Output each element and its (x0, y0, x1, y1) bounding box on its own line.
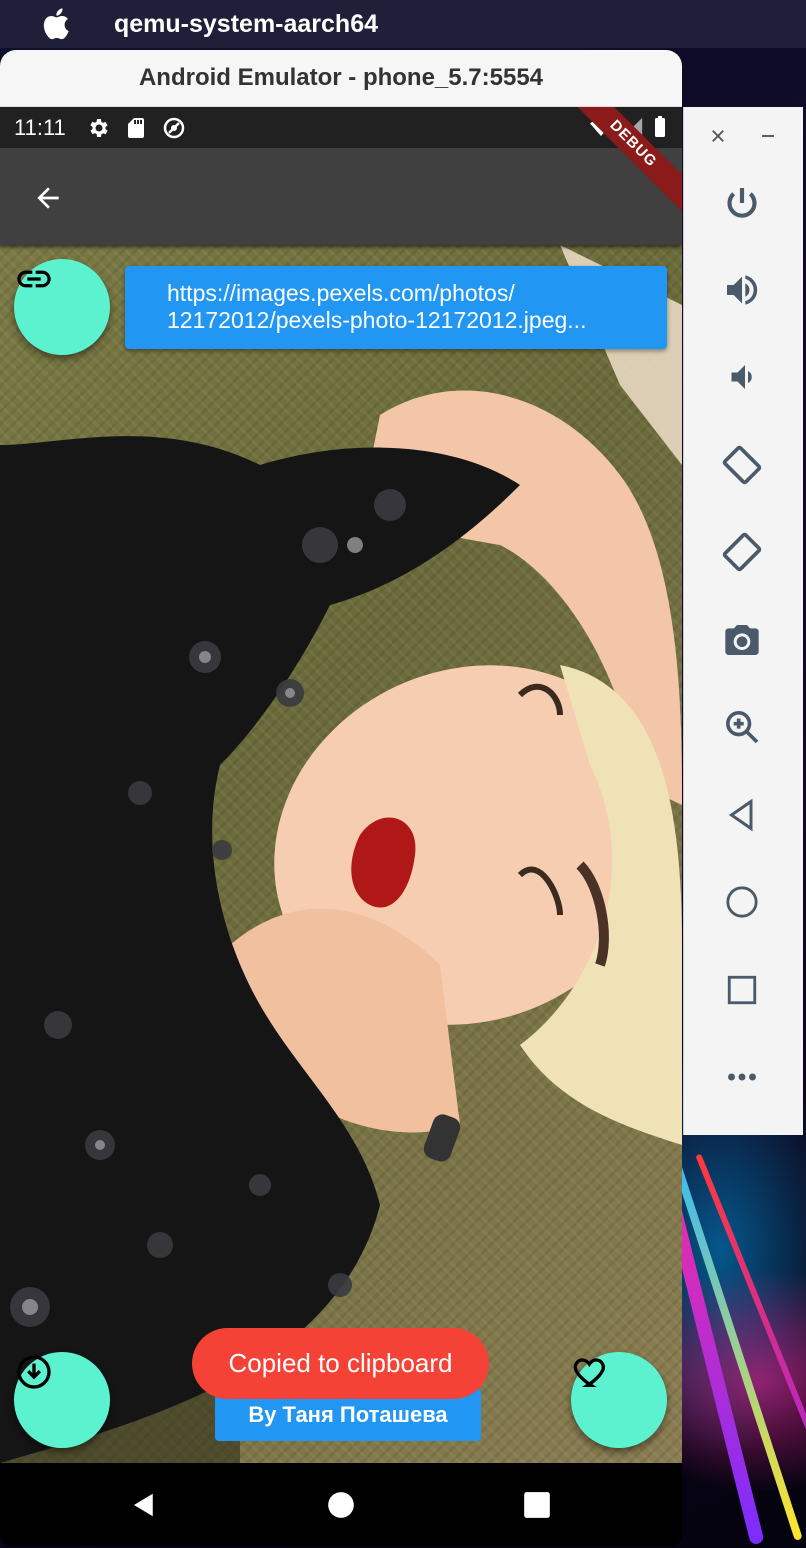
android-nav-bar (0, 1463, 682, 1546)
photo-illustration (0, 245, 682, 1463)
favorite-button[interactable] (571, 1352, 667, 1448)
rotate-right-icon (722, 532, 762, 572)
zoom-button[interactable] (718, 703, 766, 751)
volume-up-button[interactable] (718, 266, 766, 314)
app-bar (0, 148, 682, 245)
home-circle-outline-icon (726, 886, 758, 918)
photo-url-button[interactable]: https://images.pexels.com/photos/ 121720… (125, 266, 667, 349)
battery-icon (655, 116, 665, 137)
zoom-in-icon (726, 711, 759, 744)
triangle-back-icon (134, 1493, 153, 1517)
toolbar-back-button[interactable] (718, 791, 766, 839)
nav-recents-button[interactable] (515, 1483, 559, 1527)
close-icon (712, 130, 724, 142)
download-circle-icon (17, 1355, 51, 1389)
rotate-right-button[interactable] (718, 528, 766, 576)
heart-outline-icon (573, 1358, 605, 1387)
volume-down-button[interactable] (718, 353, 766, 401)
photo-url-line1: https://images.pexels.com/photos/ (167, 280, 515, 306)
nav-back-button[interactable] (122, 1483, 166, 1527)
status-time: 11:11 (14, 114, 66, 140)
desktop: qemu-system-aarch64 Android Emulator - p… (0, 0, 806, 1548)
emulator-side-toolbar (683, 107, 803, 1135)
window-title: Android Emulator - phone_5.7:5554 (0, 50, 682, 107)
nav-home-button[interactable] (319, 1483, 363, 1527)
settings-icon (90, 118, 108, 137)
rotate-left-button[interactable] (718, 441, 766, 489)
sd-card-icon (127, 117, 144, 138)
toast-message: Copied to clipboard (192, 1328, 489, 1399)
download-button[interactable] (14, 1352, 110, 1448)
photo-view[interactable]: https://images.pexels.com/photos/ 121720… (0, 245, 682, 1463)
circle-home-icon (328, 1492, 354, 1518)
app-name[interactable]: qemu-system-aarch64 (114, 10, 378, 39)
square-recents-icon (524, 1492, 550, 1518)
toolbar-home-button[interactable] (718, 878, 766, 926)
arrow-back-icon (37, 187, 59, 209)
camera-icon (725, 625, 759, 655)
more-options-button[interactable] (718, 1053, 766, 1101)
emulator-window: Android Emulator - phone_5.7:5554 11:11 … (0, 50, 682, 1546)
minimize-icon (762, 135, 774, 137)
toolbar-overview-button[interactable] (718, 966, 766, 1014)
mac-menu-bar: qemu-system-aarch64 (0, 0, 806, 48)
toolbar-close-button[interactable] (700, 121, 736, 151)
volume-up-icon (727, 275, 758, 305)
more-horizontal-icon (728, 1073, 756, 1081)
copy-link-button[interactable] (14, 259, 110, 355)
do-not-disturb-icon (163, 117, 185, 138)
device-screen: 11:11 DEBUG https://images.pexels.com/ph… (0, 107, 682, 1546)
rotate-left-icon (722, 445, 762, 485)
volume-down-icon (731, 365, 752, 389)
back-triangle-outline-icon (728, 798, 753, 832)
apple-logo-icon[interactable] (40, 6, 76, 42)
power-button[interactable] (718, 179, 766, 227)
back-button[interactable] (22, 172, 74, 224)
photo-url-line2: 12172012/pexels-photo-12172012.jpeg... (167, 307, 587, 333)
screenshot-button[interactable] (718, 616, 766, 664)
status-bar: 11:11 DEBUG (0, 107, 682, 214)
overview-square-outline-icon (727, 975, 757, 1005)
power-icon (727, 188, 757, 218)
toolbar-minimize-button[interactable] (750, 121, 786, 151)
link-icon (17, 270, 51, 288)
